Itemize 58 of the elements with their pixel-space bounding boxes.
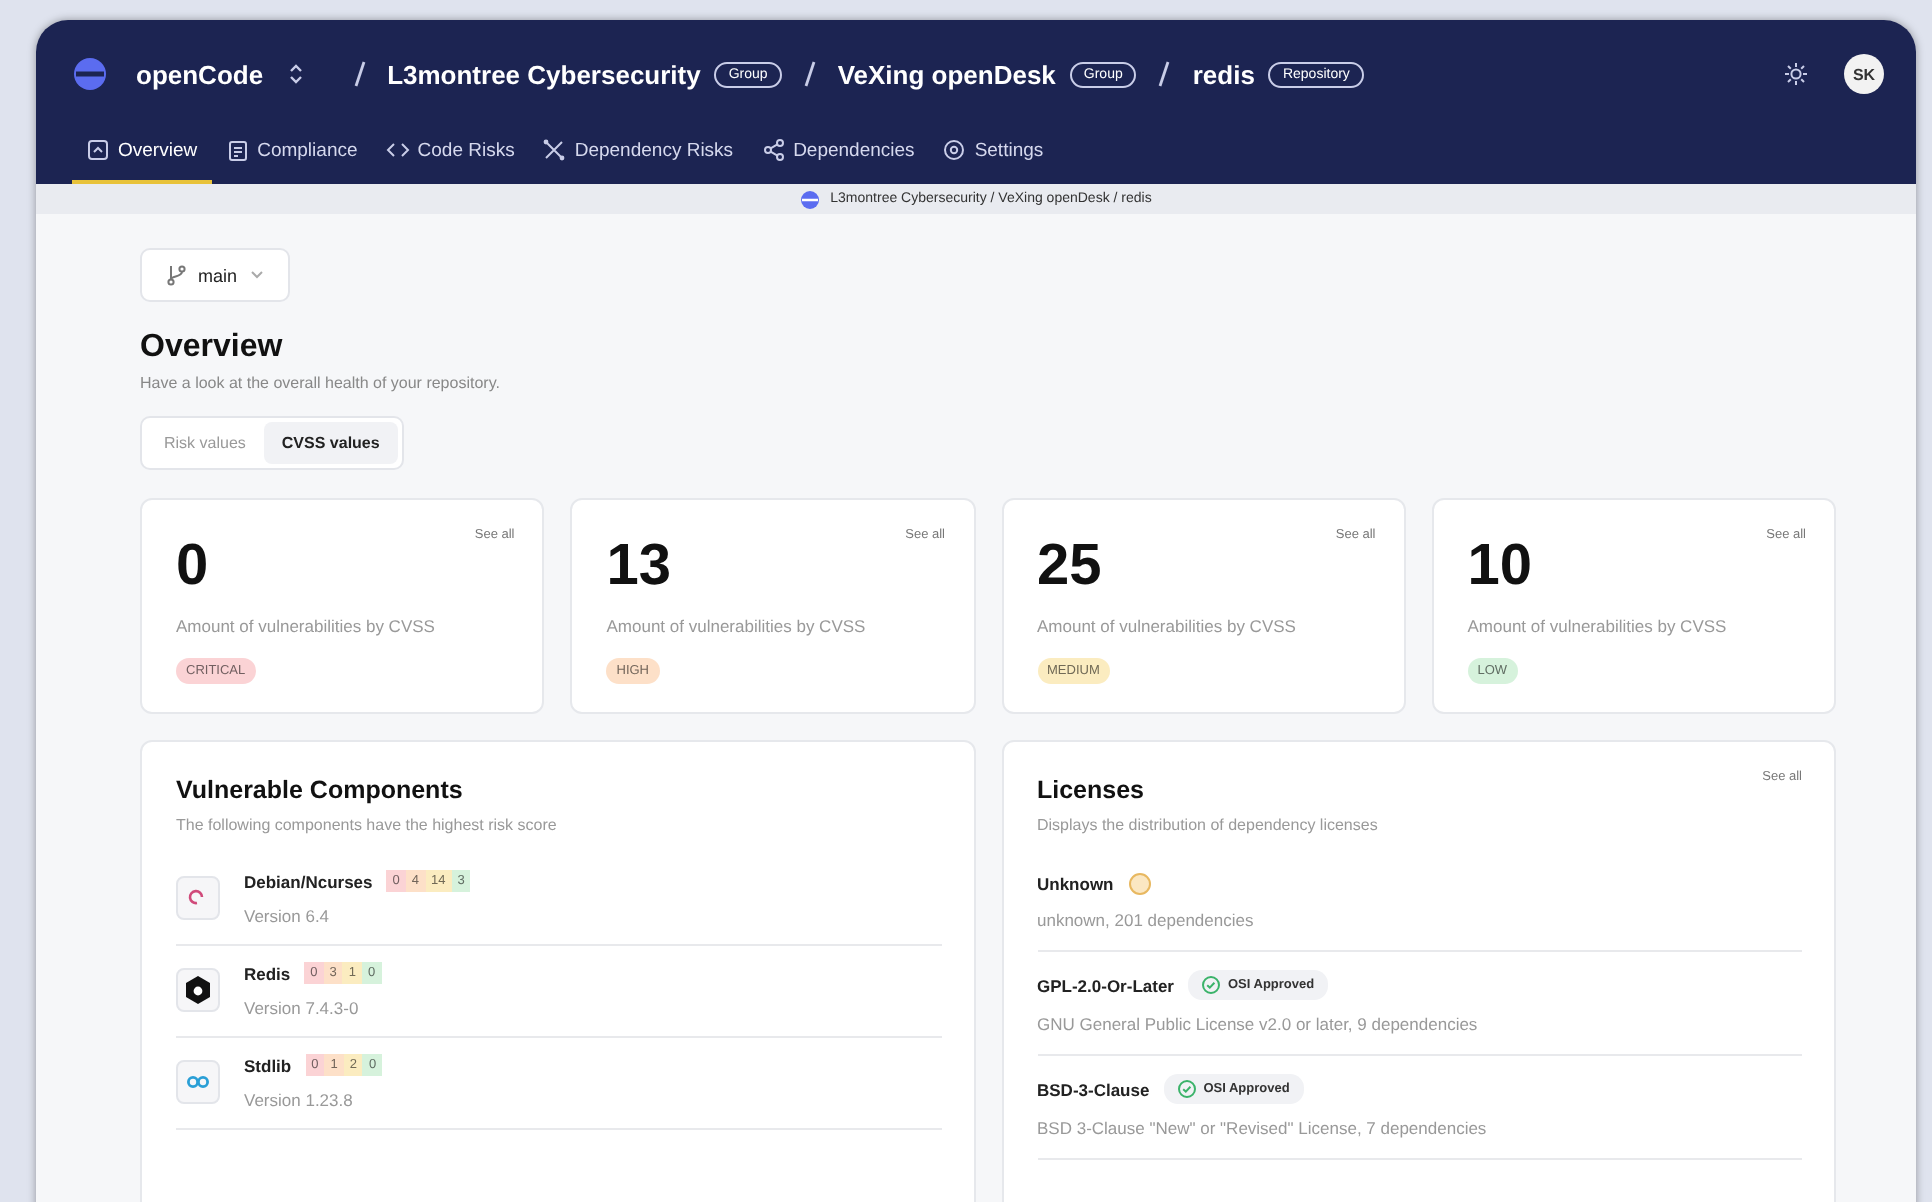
toggle-option[interactable]: CVSS values <box>263 422 398 464</box>
settings-icon <box>942 138 967 162</box>
nav-tab[interactable]: Code Risks <box>371 120 529 184</box>
stat-value: 0 <box>176 538 209 596</box>
license-description: GNU General Public License v2.0 or later, 9 dependencies <box>1037 1014 1480 1034</box>
circle-icon <box>1127 872 1152 896</box>
license-description: BSD 3-Clause "New" or "Revised" License, 7 dependencies <box>1037 1118 1489 1138</box>
component-version: Version 1.23.8 <box>244 1090 355 1110</box>
component-name: Stdlib <box>244 1055 292 1075</box>
stat-caption: Amount of vulnerabilities by CVSS <box>176 616 437 636</box>
component-version: Version 7.4.3-0 <box>244 998 361 1018</box>
nav-tab[interactable]: Compliance <box>211 120 372 184</box>
nav-tab[interactable]: Dependencies <box>747 120 929 184</box>
component-name: Debian/Ncurses <box>244 871 373 891</box>
breadcrumb-link[interactable]: L3montree Cybersecurity <box>387 59 701 89</box>
card-title: Licenses <box>1037 776 1145 804</box>
check-circle-icon <box>1202 976 1220 994</box>
branch-select[interactable]: main <box>140 248 290 302</box>
component-name: Redis <box>244 963 291 983</box>
logo-icon <box>800 189 821 209</box>
logo-icon <box>72 56 108 92</box>
license-name: GPL-2.0-Or-Later <box>1037 975 1174 995</box>
stat-value: 13 <box>606 538 672 596</box>
square-icon <box>86 138 110 162</box>
slash-icon <box>801 60 818 88</box>
chevron-down-icon <box>249 270 264 280</box>
sun-icon <box>1784 62 1808 86</box>
stat-caption: Amount of vulnerabilities by CVSS <box>1037 616 1298 636</box>
nav-tab[interactable]: Dependency Risks <box>528 120 748 184</box>
share-icon <box>761 138 786 162</box>
clipboard-icon <box>225 138 250 162</box>
hexagon-logo-icon <box>176 968 220 1012</box>
license-name: BSD-3-Clause <box>1037 1079 1150 1099</box>
page-subtitle: Have a look at the overall health of your repository. <box>140 374 500 392</box>
slash-icon <box>1156 60 1173 88</box>
stat-value: 25 <box>1037 538 1102 596</box>
code-icon <box>385 138 410 162</box>
branch-icon <box>166 264 186 286</box>
card-title: Vulnerable Components <box>176 776 465 804</box>
component-version: Version 6.4 <box>244 906 332 926</box>
user-avatar[interactable]: SK <box>1844 54 1884 94</box>
stat-caption: Amount of vulnerabilities by CVSS <box>606 616 868 636</box>
chevron-updown-icon <box>287 62 304 86</box>
swirl-icon <box>176 876 220 920</box>
card-subtitle: The following components have the highest risk score <box>176 816 559 834</box>
infinity-icon <box>176 1060 220 1104</box>
breadcrumb-link[interactable]: VeXing openDesk <box>837 59 1056 89</box>
license-description: unknown, 201 dependencies <box>1037 910 1256 930</box>
card-subtitle: Displays the distribution of dependency licenses <box>1037 816 1380 834</box>
page-title: Overview <box>140 330 283 366</box>
breadcrumb-link[interactable]: redis <box>1192 59 1255 89</box>
stat-caption: Amount of vulnerabilities by CVSS <box>1467 616 1729 636</box>
license-name: Unknown <box>1037 874 1114 894</box>
product-name[interactable]: openCode <box>136 59 264 89</box>
slash-icon <box>351 60 368 88</box>
nav-tab[interactable]: Settings <box>928 120 1058 184</box>
check-circle-icon <box>1177 1080 1196 1098</box>
stat-value: 10 <box>1467 538 1533 596</box>
